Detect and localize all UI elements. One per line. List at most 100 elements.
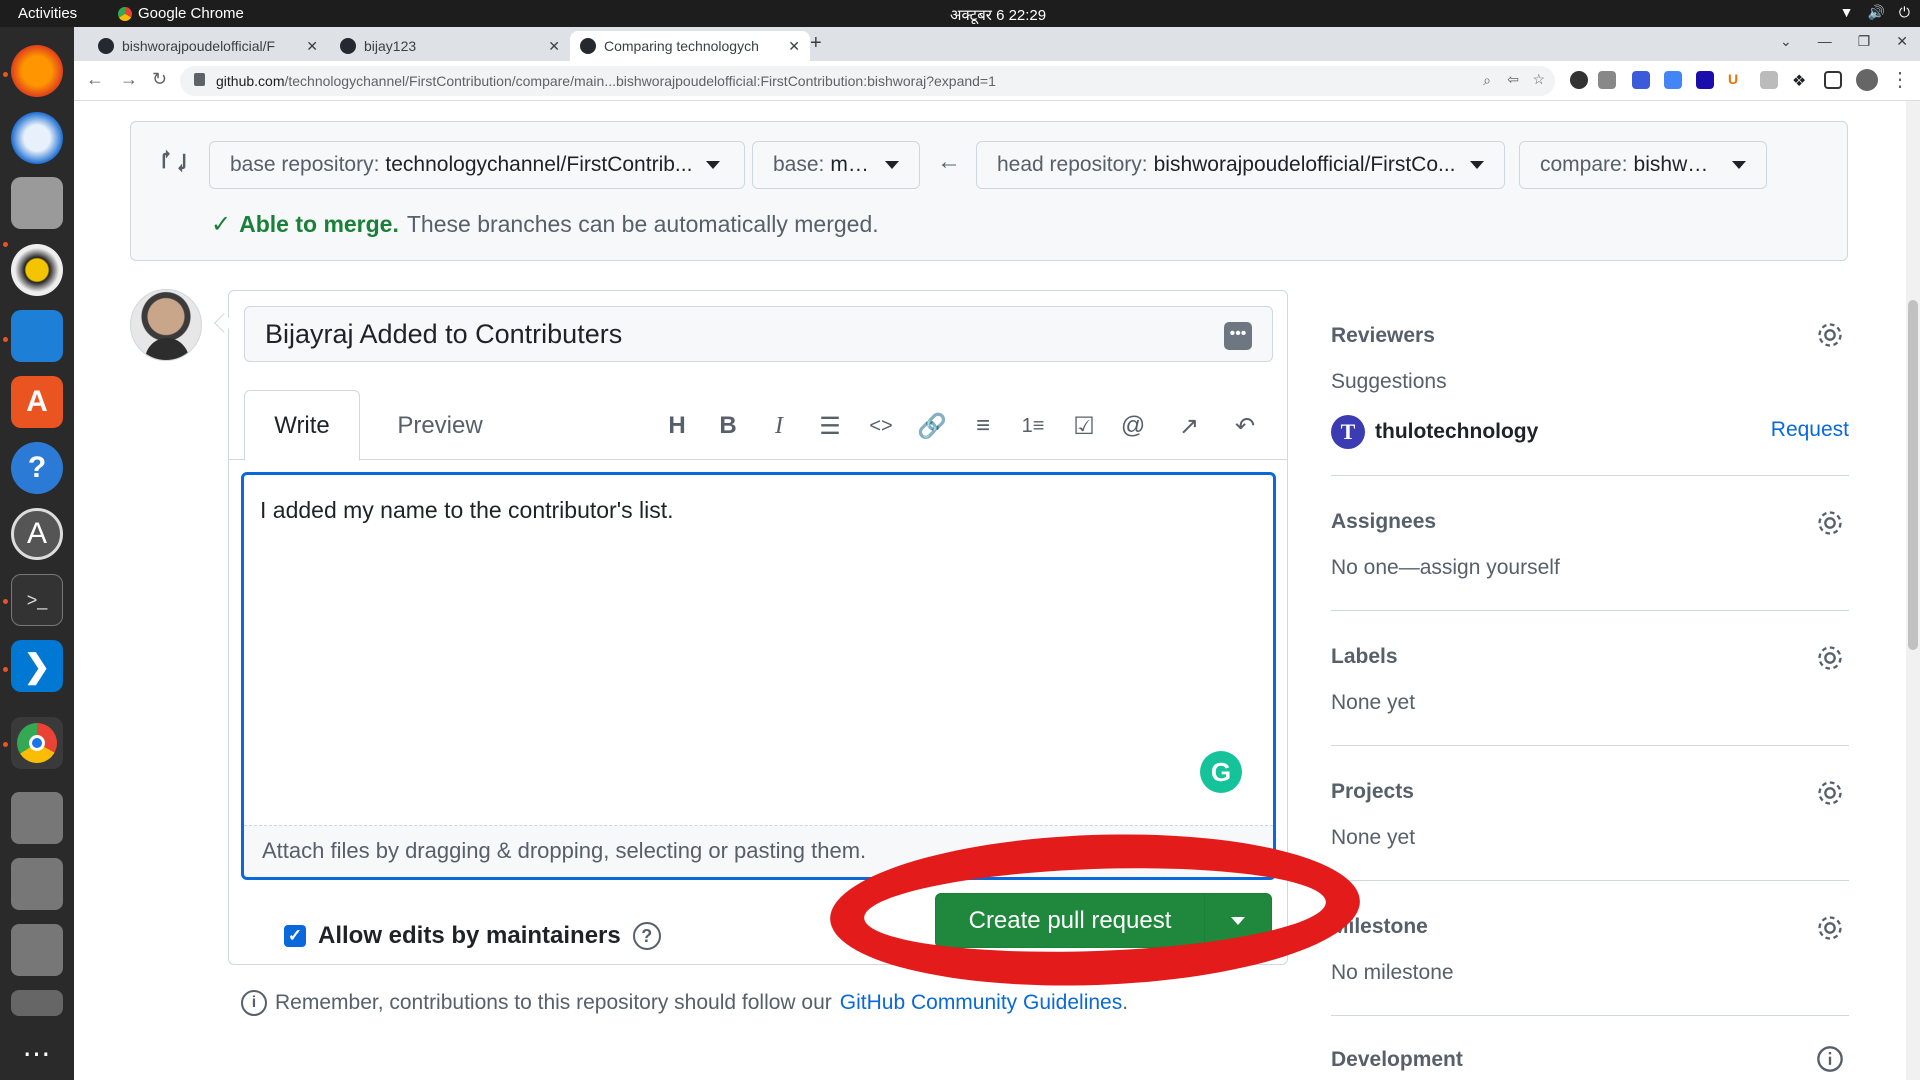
compare-arrows-icon [162, 149, 186, 173]
heading-icon[interactable]: H [660, 409, 694, 443]
chrome-dock-icon[interactable] [11, 717, 63, 769]
community-guidelines-link[interactable]: GitHub Community Guidelines [840, 991, 1122, 1015]
puzzle-icon[interactable]: ❖ [1792, 71, 1810, 90]
share-icon[interactable]: ⇦ [1507, 71, 1519, 88]
extension-icon[interactable] [1760, 71, 1778, 89]
address-bar[interactable]: github.com/technologychannel/FirstContri… [180, 66, 1555, 96]
allow-edits-label[interactable]: Allow edits by maintainers [318, 922, 621, 950]
app-menu[interactable]: Google Chrome [118, 5, 244, 22]
running-indicator [3, 242, 8, 247]
firefox-icon[interactable] [11, 45, 63, 97]
body-textarea[interactable]: I added my name to the contributor's lis… [241, 472, 1276, 880]
disk-icon-3[interactable] [11, 924, 63, 976]
compare-box: base repository: technologychannel/First… [130, 121, 1848, 261]
avatar[interactable] [130, 289, 202, 361]
maximize-icon[interactable]: ❐ [1858, 33, 1871, 50]
browser-tab-active[interactable]: Comparing technologych ✕ [570, 31, 810, 61]
info-icon[interactable] [1815, 1044, 1845, 1074]
clock[interactable]: अक्टूबर 6 22:29 [950, 5, 1046, 25]
more-options-icon[interactable]: ••• [1224, 322, 1252, 350]
os-top-bar: Activities Google Chrome अक्टूबर 6 22:29… [0, 0, 1920, 27]
extension-icon[interactable]: U [1728, 71, 1746, 89]
tab-preview[interactable]: Preview [370, 390, 510, 461]
head-repository-select[interactable]: head repository: bishworajpoudelofficial… [976, 141, 1505, 189]
chevron-down-icon [706, 161, 721, 169]
translate-icon[interactable] [1664, 71, 1682, 89]
compare-label: compare: [1540, 153, 1628, 176]
profile-avatar[interactable] [1856, 69, 1878, 91]
link-icon[interactable]: 🔗 [915, 409, 949, 443]
compare-branch-select[interactable]: compare: bishworaj [1519, 141, 1767, 189]
extension-icon[interactable] [1598, 71, 1616, 89]
wifi-icon: ▼ [1839, 4, 1854, 20]
gear-icon[interactable] [1815, 508, 1845, 538]
merge-status: ✓ Able to merge. These branches can be a… [211, 210, 879, 239]
quote-icon[interactable]: ☰ [813, 409, 847, 443]
writer-icon[interactable] [11, 310, 63, 362]
bold-icon[interactable]: B [711, 409, 745, 443]
request-review-link[interactable]: Request [1771, 418, 1849, 442]
mention-icon[interactable]: @ [1116, 409, 1150, 443]
italic-icon[interactable]: I [762, 409, 796, 443]
base-branch-select[interactable]: base: main [752, 141, 920, 189]
numbered-list-icon[interactable]: 1≡ [1016, 409, 1050, 443]
task-list-icon[interactable]: ☑ [1067, 409, 1101, 443]
extension-icon[interactable] [1632, 71, 1650, 89]
base-repository-label: base repository: [230, 153, 380, 176]
kebab-menu-icon[interactable]: ⋮ [1890, 67, 1910, 92]
disk-icon-4[interactable] [11, 990, 63, 1016]
forward-icon[interactable]: → [120, 69, 138, 90]
base-repository-select[interactable]: base repository: technologychannel/First… [209, 141, 745, 189]
zoom-icon[interactable]: ⌕ [1483, 72, 1491, 89]
app-grid-icon[interactable]: ⋯ [11, 1027, 63, 1079]
software-icon[interactable]: A [11, 376, 63, 428]
side-panel-icon[interactable] [1824, 71, 1842, 89]
extension-icon[interactable] [1696, 71, 1714, 89]
close-tab-icon[interactable]: ✕ [788, 38, 800, 55]
reload-icon[interactable]: ↻ [152, 69, 167, 90]
assignees-value[interactable]: No one—assign yourself [1331, 556, 1560, 580]
disk-icon-2[interactable] [11, 858, 63, 910]
updater-icon[interactable]: A [11, 508, 63, 560]
gear-icon[interactable] [1815, 778, 1845, 808]
help-icon[interactable]: ? [632, 922, 661, 950]
reply-icon[interactable]: ↶ [1228, 409, 1262, 443]
new-tab-button[interactable]: + [810, 32, 822, 55]
labels-value: None yet [1331, 691, 1416, 714]
system-tray[interactable]: ▼ 🔊 ⏻ [1840, 4, 1910, 21]
thunderbird-icon[interactable] [11, 112, 63, 164]
minimize-icon[interactable]: — [1818, 33, 1832, 50]
activities-button[interactable]: Activities [18, 5, 77, 22]
files-icon[interactable] [11, 177, 63, 229]
chrome-icon [118, 6, 132, 21]
power-icon: ⏻ [1898, 4, 1910, 20]
disk-icon[interactable] [11, 792, 63, 844]
extension-icon[interactable] [1570, 71, 1588, 89]
title-input[interactable]: Bijayraj Added to Contributers ••• [244, 306, 1273, 362]
gear-icon[interactable] [1815, 643, 1845, 673]
body-value: I added my name to the contributor's lis… [260, 497, 674, 523]
merge-ok-label: Able to merge. [239, 211, 399, 237]
gear-icon[interactable] [1815, 320, 1845, 350]
terminal-icon[interactable]: >_ [11, 574, 63, 626]
scrollbar-thumb[interactable] [1908, 300, 1918, 650]
allow-edits-checkbox[interactable]: ✓ [284, 925, 306, 947]
cross-reference-icon[interactable]: ↗ [1172, 409, 1206, 443]
gear-icon[interactable] [1815, 913, 1845, 943]
close-tab-icon[interactable]: ✕ [306, 38, 318, 55]
close-window-icon[interactable]: ✕ [1896, 33, 1908, 50]
avatar-body [145, 338, 189, 360]
browser-tab[interactable]: bishworajpoudelofficial/F ✕ [88, 31, 328, 61]
tab-write[interactable]: Write [244, 390, 360, 461]
rhythmbox-icon[interactable] [11, 244, 63, 296]
code-icon[interactable]: <> [864, 409, 898, 443]
bookmark-star-icon[interactable]: ☆ [1532, 71, 1545, 88]
vscode-icon[interactable]: ❯ [11, 640, 63, 692]
tab-search-icon[interactable]: ⌄ [1780, 33, 1792, 50]
back-icon[interactable]: ← [86, 69, 104, 90]
browser-tab[interactable]: bijay123 ✕ [330, 31, 570, 61]
bulleted-list-icon[interactable]: ≡ [966, 409, 1000, 443]
help-icon[interactable]: ? [11, 442, 63, 494]
grammarly-icon[interactable]: G [1200, 751, 1242, 793]
close-tab-icon[interactable]: ✕ [548, 38, 560, 55]
